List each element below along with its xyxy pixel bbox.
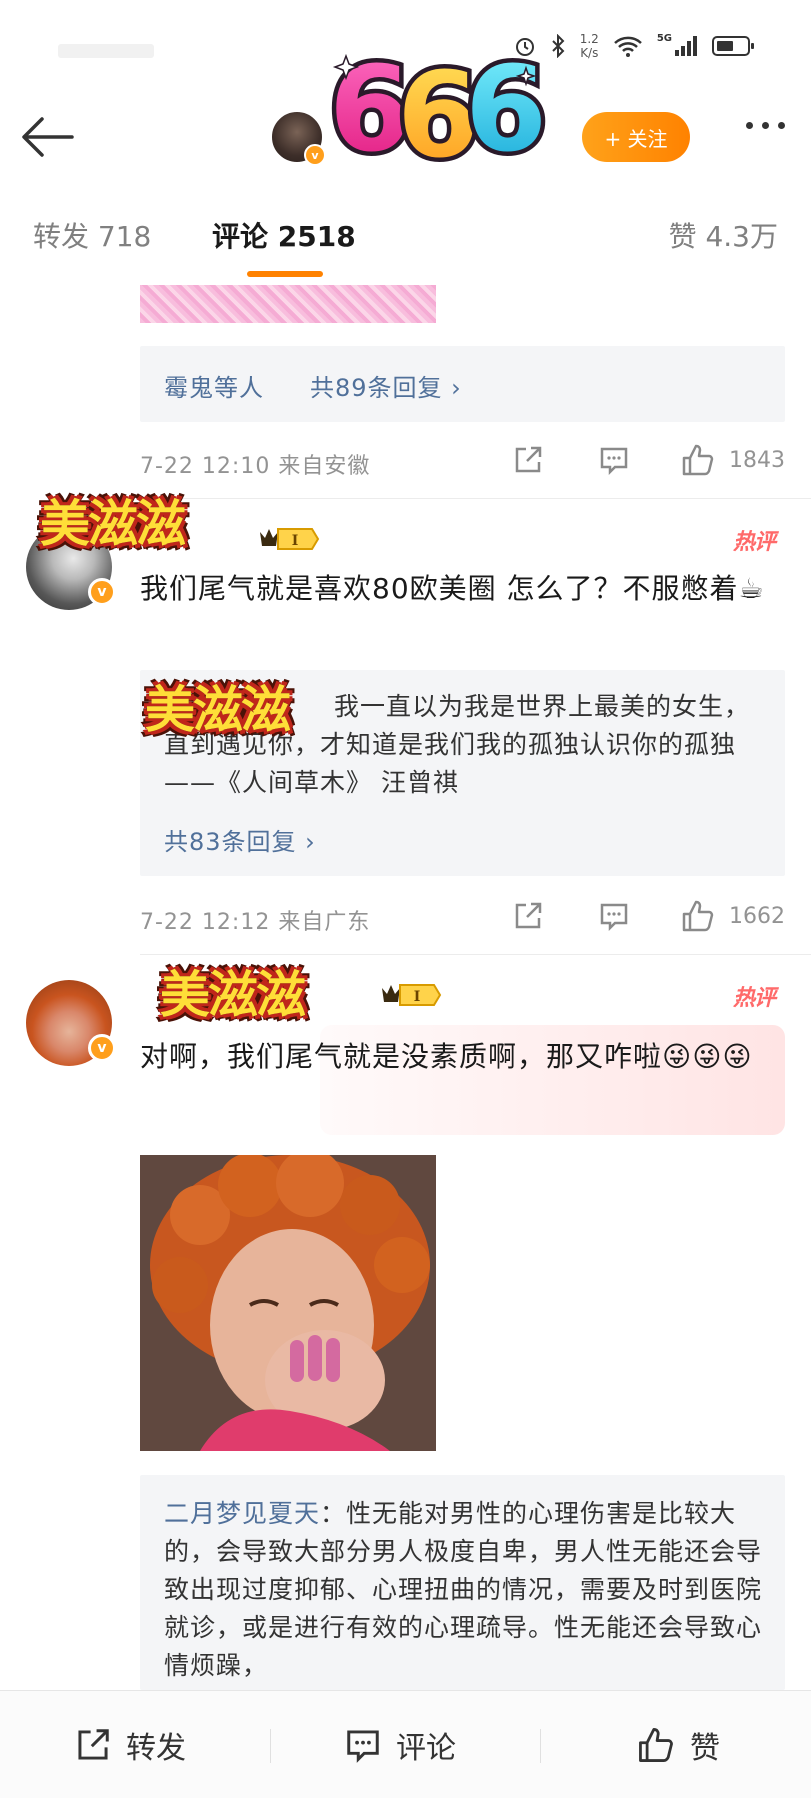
network-type: 5G <box>656 32 672 44</box>
back-arrow-icon <box>22 117 74 157</box>
more-options-button[interactable] <box>746 122 785 129</box>
comment-time: 7-22 12:12 来自广东 <box>140 910 371 935</box>
sticker-digit-3: 6 <box>465 40 547 178</box>
follow-button[interactable]: + 关注 <box>582 112 690 162</box>
fan-rank-badge: I <box>382 984 442 1006</box>
reply-count-link[interactable]: 共83条回复 › <box>164 822 316 857</box>
comment-label: 评论 <box>396 1731 456 1766</box>
network-speed-unit: K/s <box>580 46 599 60</box>
tab-like[interactable]: 赞 4.3万 <box>669 215 778 255</box>
bottom-action-bar: 转发 评论 赞 <box>0 1690 811 1798</box>
bar-separator <box>270 1729 271 1763</box>
wifi-icon <box>613 34 643 58</box>
nickname-sticker: 美滋滋 <box>40 495 186 553</box>
status-icons: 1.2 K/s 5G <box>514 32 756 60</box>
tab-repost[interactable]: 转发 718 <box>33 215 151 255</box>
status-bar-time-blur <box>58 44 154 58</box>
back-button[interactable] <box>20 112 80 162</box>
comment-tabs: 转发 718 评论 2518 赞 4.3万 <box>0 185 811 280</box>
network-speed-value: 1.2 <box>579 32 599 46</box>
like-icon[interactable] <box>680 898 716 940</box>
more-dot-icon <box>762 122 769 129</box>
verified-badge-icon: v <box>88 578 116 606</box>
tab-comment[interactable]: 评论 2518 <box>212 215 356 255</box>
comment-icon <box>347 1730 379 1763</box>
comment-text: 对啊，我们尾气就是没素质啊，那又咋啦😜😜😜 <box>140 1040 753 1073</box>
like-count: 1662 <box>729 904 785 929</box>
rank-level: I <box>414 989 421 1005</box>
like-label: 赞 <box>690 1731 720 1766</box>
author-avatar[interactable]: v <box>270 110 326 166</box>
crown-icon <box>382 985 400 1002</box>
nickname-sticker: 美滋滋 <box>145 681 291 739</box>
share-icon <box>78 1729 109 1760</box>
bar-separator <box>540 1729 541 1763</box>
repost-button[interactable]: 转发 <box>74 1691 186 1798</box>
verified-badge-icon: v <box>304 144 326 166</box>
comment-meta: 7-22 12:12 来自广东 1662 <box>140 898 785 938</box>
sticker-666: 6 6 6 <box>330 38 550 178</box>
verified-badge-icon: v <box>88 1034 116 1062</box>
reply-preview-text: 二月梦见夏天：性无能对男性的心理伤害是比较大的，会导致大部分男人极度自卑，男人性… <box>164 1495 764 1685</box>
reply-preview-box[interactable]: 霉鬼等人 共89条回复 › <box>140 346 785 422</box>
comment-icon[interactable] <box>598 900 630 938</box>
reply-author-name[interactable]: 二月梦见夏天 <box>164 1499 320 1528</box>
comment-button[interactable]: 评论 <box>344 1691 456 1798</box>
like-count: 1843 <box>729 448 785 473</box>
cellular-signal-icon: 5G <box>656 32 698 58</box>
hot-comment-label: 热评 <box>732 530 776 555</box>
hot-comment-label: 热评 <box>732 986 776 1011</box>
reply-count-link[interactable]: 共89条回复 › <box>310 368 462 403</box>
battery-icon <box>712 34 756 58</box>
like-icon <box>639 1728 673 1762</box>
crown-icon <box>260 529 278 546</box>
reply-preview-box[interactable]: 二月梦见夏天：性无能对男性的心理伤害是比较大的，会导致大部分男人极度自卑，男人性… <box>140 1475 785 1690</box>
share-icon[interactable] <box>512 444 544 482</box>
glitter-image[interactable] <box>140 285 436 323</box>
active-tab-indicator <box>247 271 323 277</box>
comment-divider <box>140 498 811 499</box>
nickname-sticker: 美滋滋 <box>160 966 306 1024</box>
share-icon[interactable] <box>512 900 544 938</box>
like-icon[interactable] <box>680 442 716 484</box>
bluetooth-icon <box>550 34 566 58</box>
photo-illustration <box>140 1155 436 1451</box>
fan-rank-badge: I <box>260 528 320 550</box>
more-dot-icon <box>746 122 753 129</box>
like-button[interactable]: 赞 <box>636 1691 720 1798</box>
commenter-avatar[interactable]: v <box>26 980 116 1066</box>
network-speed: 1.2 K/s <box>580 32 599 60</box>
comment-time: 7-22 12:10 来自安徽 <box>140 454 371 479</box>
repost-label: 转发 <box>126 1731 186 1766</box>
reply-preview-names[interactable]: 霉鬼等人 <box>164 368 264 403</box>
rank-level: I <box>292 533 299 549</box>
comment-text: 我们尾气就是喜欢80欧美圈 怎么了？不服憋着☕ <box>140 572 765 605</box>
comment-image[interactable] <box>140 1155 436 1451</box>
comment-icon[interactable] <box>598 444 630 482</box>
more-dot-icon <box>778 122 785 129</box>
comment-meta: 7-22 12:10 来自安徽 1843 <box>140 442 785 482</box>
